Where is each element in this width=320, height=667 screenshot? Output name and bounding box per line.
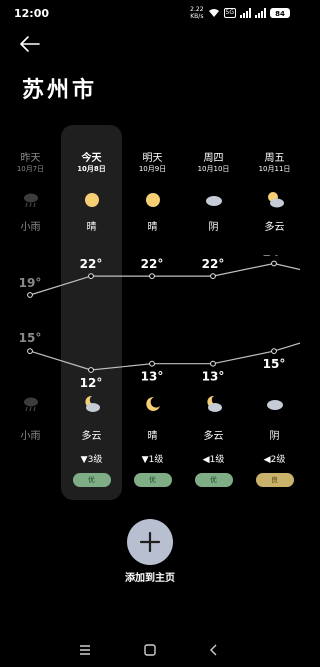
day-condition: 晴 [86, 222, 97, 233]
plus-icon [139, 531, 161, 553]
day-date: 10月11日 [258, 165, 291, 173]
night-condition: 晴 [147, 431, 158, 442]
wind-level: ▼1级 [141, 455, 164, 465]
sun-icon [83, 191, 101, 209]
night-condition: 多云 [203, 431, 224, 442]
low-temperature-label: 15° [19, 331, 42, 345]
battery-icon: 84 [270, 8, 290, 18]
high-temperature-label: 19° [19, 276, 42, 290]
day-date: 10月7日 [16, 165, 45, 173]
day-name: 周五 [264, 153, 285, 164]
day-condition: 多云 [264, 222, 285, 233]
day-name: 今天 [81, 153, 102, 164]
high-temperature-point [149, 273, 155, 280]
temperature-chart: 19° 15° 22° 12° 22° 13° 22° 13° 24° 15° [19, 255, 300, 390]
add-to-home-button[interactable] [127, 519, 173, 565]
wind-level: ◀1级 [202, 455, 225, 465]
aqi-badge: 良 [255, 473, 294, 487]
night-condition: 阴 [269, 431, 280, 442]
network-speed-unit: KB/s [190, 13, 204, 20]
back-arrow-icon [20, 36, 40, 52]
signal-icon [240, 8, 251, 18]
status-time: 12:00 [14, 7, 50, 20]
day-date: 10月9日 [138, 165, 167, 173]
night-condition: 多云 [81, 431, 102, 442]
day-name: 昨天 [20, 153, 41, 164]
aqi-badge: 优 [194, 473, 233, 487]
back-nav-button[interactable] [206, 642, 222, 658]
add-to-home-label: 添加到主页 [125, 573, 175, 584]
low-temperature-point [210, 360, 216, 367]
back-triangle-icon [210, 644, 217, 656]
low-temperature-line [29, 342, 300, 371]
high-temperature-label: 24° [263, 255, 286, 259]
home-square-icon [144, 644, 156, 656]
moon-icon [144, 395, 162, 413]
low-temperature-label: 12° [80, 376, 103, 390]
low-temperature-point [27, 348, 33, 354]
navigation-bar [0, 640, 300, 660]
network-speed: 2.22 KB/s [190, 6, 203, 20]
partly-cloudy-day-icon [266, 191, 284, 209]
city-title: 苏州市 [22, 77, 98, 103]
signal-icon-2 [255, 8, 266, 18]
high-temperature-point [271, 260, 277, 267]
high-temperature-label: 22° [80, 257, 103, 271]
day-condition: 小雨 [20, 222, 41, 233]
partly-cloudy-night-icon [83, 395, 101, 413]
day-date: 10月10日 [197, 165, 230, 173]
home-nav-button[interactable] [142, 642, 158, 658]
high-temperature-label: 22° [202, 257, 225, 271]
low-temperature-label: 13° [141, 370, 164, 384]
low-temperature-label: 15° [263, 357, 286, 371]
rain-icon [22, 191, 40, 209]
day-condition: 阴 [208, 222, 219, 233]
high-temperature-point [210, 273, 216, 280]
high-temperature-point [88, 273, 94, 280]
menu-nav-button[interactable] [77, 642, 93, 658]
high-temperature-point [27, 292, 33, 298]
status-icons: 2.22 KB/s 5G 84 [190, 6, 290, 20]
day-condition: 晴 [147, 222, 158, 233]
night-condition: 小雨 [20, 431, 41, 442]
wind-level: ◀2级 [263, 455, 286, 465]
network-speed-value: 2.22 [190, 6, 204, 13]
sun-icon [144, 191, 162, 209]
aqi-badge: 优 [72, 473, 111, 487]
cloud-icon [205, 191, 223, 209]
back-button[interactable] [18, 33, 42, 55]
cloud-icon [266, 395, 284, 413]
day-date: 10月8日 [77, 165, 106, 173]
rain-icon [22, 395, 40, 413]
status-bar: 12:00 2.22 KB/s 5G 84 [0, 0, 300, 28]
day-name: 明天 [142, 153, 163, 164]
partly-cloudy-night-icon [205, 395, 223, 413]
high-temperature-label: 22° [141, 257, 164, 271]
low-temperature-point [88, 367, 94, 373]
5g-icon: 5G [223, 8, 236, 18]
low-temperature-point [149, 360, 155, 367]
low-temperature-point [271, 348, 277, 354]
wind-level: ▼3级 [80, 455, 103, 465]
low-temperature-label: 13° [202, 370, 225, 384]
day-name: 周四 [203, 153, 224, 164]
wifi-icon [208, 9, 219, 17]
high-temperature-line [29, 262, 300, 296]
aqi-badge: 优 [133, 473, 172, 487]
menu-icon [80, 645, 90, 655]
